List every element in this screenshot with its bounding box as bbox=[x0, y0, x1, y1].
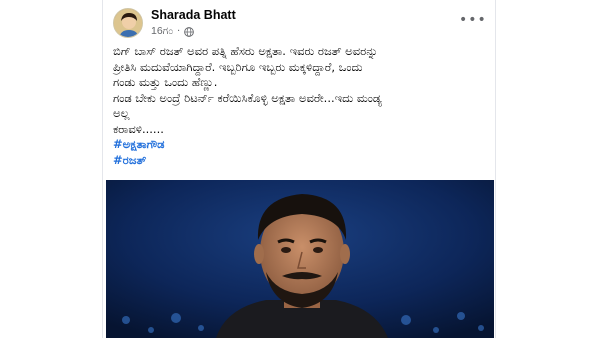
author-avatar[interactable] bbox=[113, 8, 143, 38]
post-timestamp[interactable]: 16ಗಂ bbox=[151, 25, 173, 38]
post-text-line: ಕರಾವಳಿ...... bbox=[113, 121, 164, 136]
post-text-line: ಬಿಗ್ ಬಾಸ್ ರಜತ್ ಅವರ ಪತ್ನಿ ಹೆಸರು ಅಕ್ಷತಾ. ಇ… bbox=[113, 44, 378, 58]
post-header: Sharada Bhatt 16ಗಂ · ••• bbox=[111, 6, 491, 40]
meta-separator: · bbox=[177, 26, 181, 37]
post-text-line: ಅಲ್ಲ bbox=[113, 106, 130, 120]
hashtag-link[interactable]: #ರಜತ್ bbox=[113, 153, 491, 169]
post-text: ಬಿಗ್ ಬಾಸ್ ರಜತ್ ಅವರ ಪತ್ನಿ ಹೆಸರು ಅಕ್ಷತಾ. ಇ… bbox=[113, 44, 491, 168]
post-text-line: ಗಂಡು ಮತ್ತು ಒಂದು ಹೆಣ್ಣು. bbox=[113, 75, 218, 89]
post-photo[interactable] bbox=[106, 180, 494, 338]
facebook-post-card: Sharada Bhatt 16ಗಂ · ••• ಬಿಗ್ ಬಾಸ್ ರಜತ್ … bbox=[102, 0, 496, 338]
post-meta: 16ಗಂ · bbox=[151, 25, 195, 38]
hashtag-link[interactable]: #ಅಕ್ಷತಾಗೌಡ bbox=[113, 137, 491, 153]
more-options-button[interactable]: ••• bbox=[459, 13, 486, 30]
post-photo-illustration bbox=[106, 180, 494, 338]
avatar-image bbox=[114, 9, 142, 37]
author-name[interactable]: Sharada Bhatt bbox=[151, 8, 236, 22]
post-text-line: ಗಂಡ ಬೇಕು ಅಂದ್ರೆ ರಿಟರ್ನ್ ಕರೆಯಿಸಿಕೊಳ್ಳಿ ಅಕ… bbox=[113, 90, 382, 105]
post-text-line: ಪ್ರೀತಿಸಿ ಮದುವೆಯಾಗಿದ್ದಾರೆ. ಇಬ್ಬರಿಗೂ ಇಬ್ಬರ… bbox=[113, 59, 363, 74]
globe-icon bbox=[184, 26, 195, 37]
